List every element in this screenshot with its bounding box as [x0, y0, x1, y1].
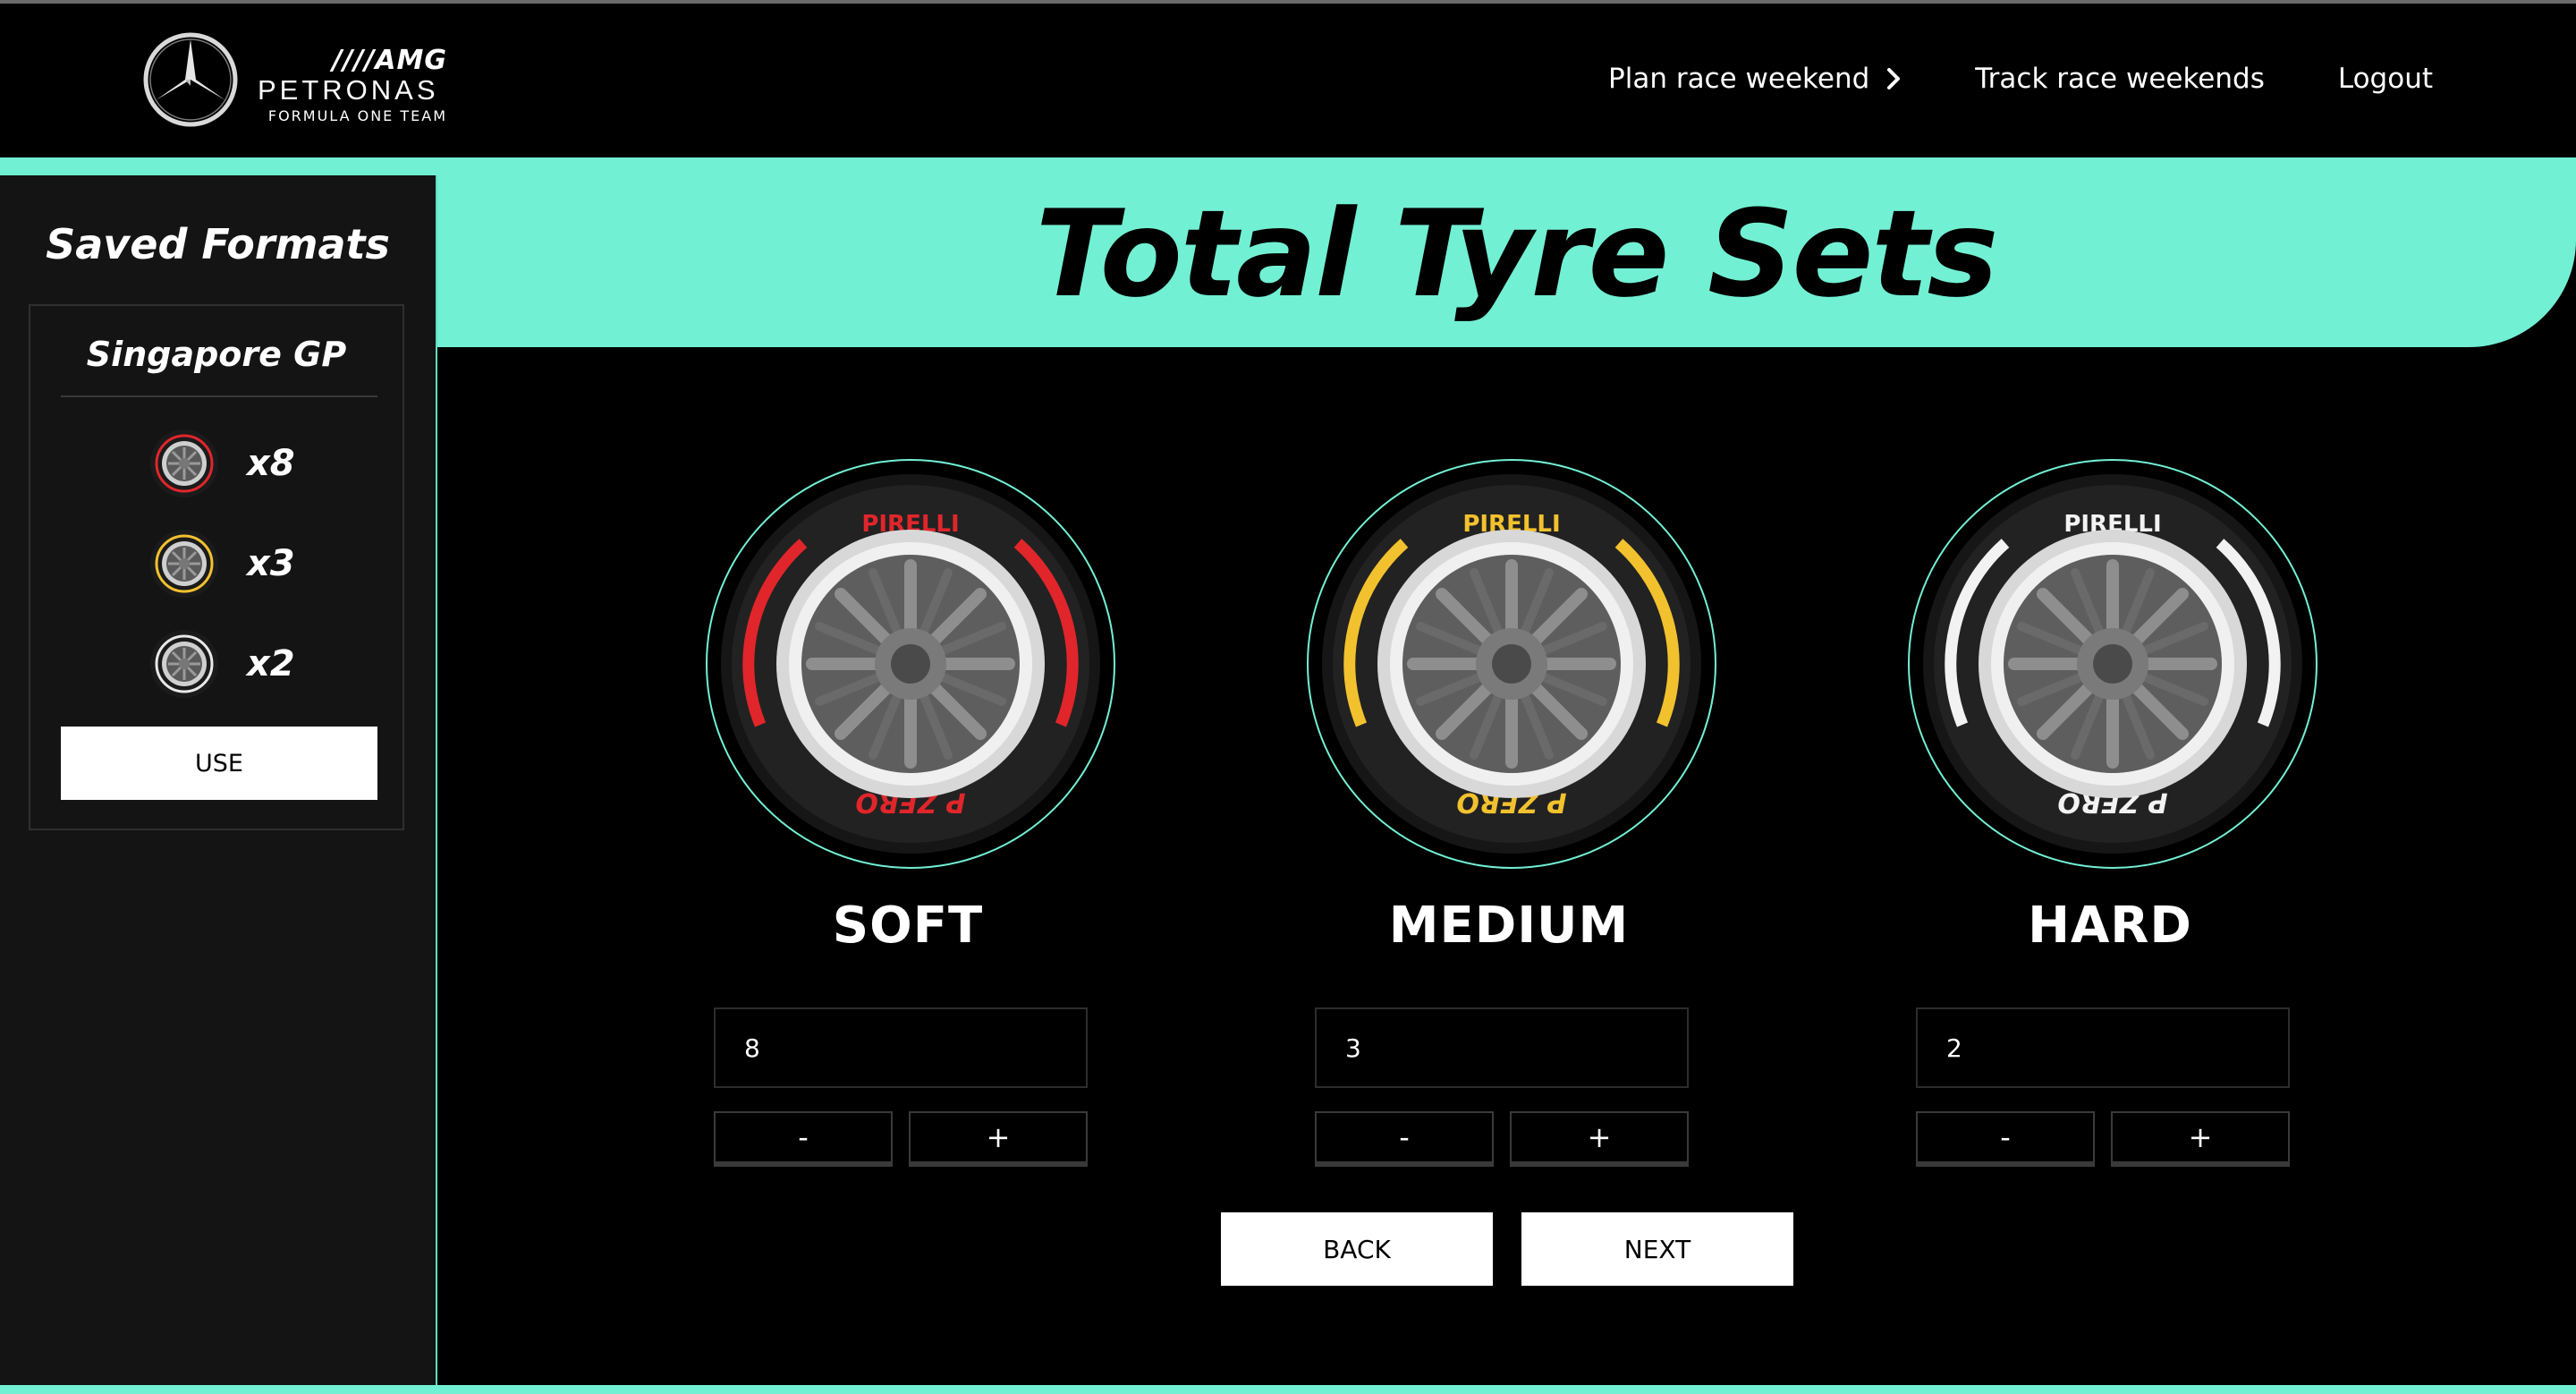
page-title: Total Tyre Sets	[1035, 184, 1999, 324]
hard-tyre-icon	[150, 630, 218, 698]
medium-quantity-input[interactable]	[1315, 1007, 1689, 1088]
soft-tyre-icon: PIRELLI P ZERO	[706, 459, 1115, 869]
divider	[61, 395, 377, 397]
logo-wordmark: ////AMG PETRONAS FORMULA ONE TEAM	[258, 47, 447, 127]
medium-increment-button[interactable]: +	[1510, 1111, 1689, 1167]
bottom-accent-line	[0, 1385, 2576, 1394]
saved-formats-sidebar: Saved Formats Singapore GP x8 x3 x2 USE	[0, 175, 437, 1385]
medium-count: x3	[247, 543, 295, 584]
medium-tyre-icon	[150, 530, 218, 598]
soft-label: SOFT	[832, 897, 984, 955]
medium-decrement-button[interactable]: -	[1315, 1111, 1494, 1167]
format-item-medium: x3	[148, 528, 295, 599]
nav-links: Plan race weekend Track race weekends Lo…	[1608, 63, 2433, 95]
logo-petronas: PETRONAS	[258, 74, 439, 106]
nav-track-label: Track race weekends	[1975, 63, 2265, 95]
soft-count: x8	[247, 443, 295, 484]
top-navbar: ////AMG PETRONAS FORMULA ONE TEAM Plan r…	[0, 4, 2576, 157]
next-button[interactable]: NEXT	[1521, 1212, 1793, 1286]
logo-team: FORMULA ONE TEAM	[267, 107, 447, 124]
nav-track-race-weekends[interactable]: Track race weekends	[1975, 63, 2265, 95]
medium-label: MEDIUM	[1388, 897, 1630, 955]
hard-decrement-button[interactable]: -	[1916, 1111, 2095, 1167]
format-name: Singapore GP	[86, 335, 347, 374]
soft-decrement-button[interactable]: -	[714, 1111, 893, 1167]
medium-tyre-icon: PIRELLI P ZERO	[1307, 459, 1716, 869]
hard-label: HARD	[2028, 897, 2192, 955]
chevron-right-icon	[1887, 68, 1901, 89]
soft-tyre-icon	[150, 429, 218, 497]
hard-tyre-icon: PIRELLI P ZERO	[1908, 459, 2318, 869]
sidebar-title: Saved Formats	[46, 220, 390, 268]
soft-increment-button[interactable]: +	[909, 1111, 1088, 1167]
team-logo[interactable]: ////AMG PETRONAS FORMULA ONE TEAM	[141, 30, 463, 138]
logo-amg: ////AMG	[332, 45, 447, 76]
nav-plan-label: Plan race weekend	[1608, 63, 1870, 95]
saved-format-card: Singapore GP x8 x3 x2 USE	[29, 304, 404, 830]
format-item-soft: x8	[148, 428, 295, 499]
format-item-hard: x2	[148, 628, 295, 700]
mercedes-star-icon	[143, 32, 238, 127]
hard-count: x2	[247, 643, 295, 684]
soft-quantity-input[interactable]	[714, 1007, 1088, 1088]
nav-logout-label: Logout	[2337, 63, 2433, 95]
nav-plan-race-weekend[interactable]: Plan race weekend	[1608, 63, 1902, 95]
hard-quantity-input[interactable]	[1916, 1007, 2290, 1088]
nav-logout[interactable]: Logout	[2338, 63, 2433, 95]
hard-increment-button[interactable]: +	[2111, 1111, 2290, 1167]
back-button[interactable]: BACK	[1221, 1212, 1493, 1286]
use-format-button[interactable]: USE	[61, 727, 377, 800]
